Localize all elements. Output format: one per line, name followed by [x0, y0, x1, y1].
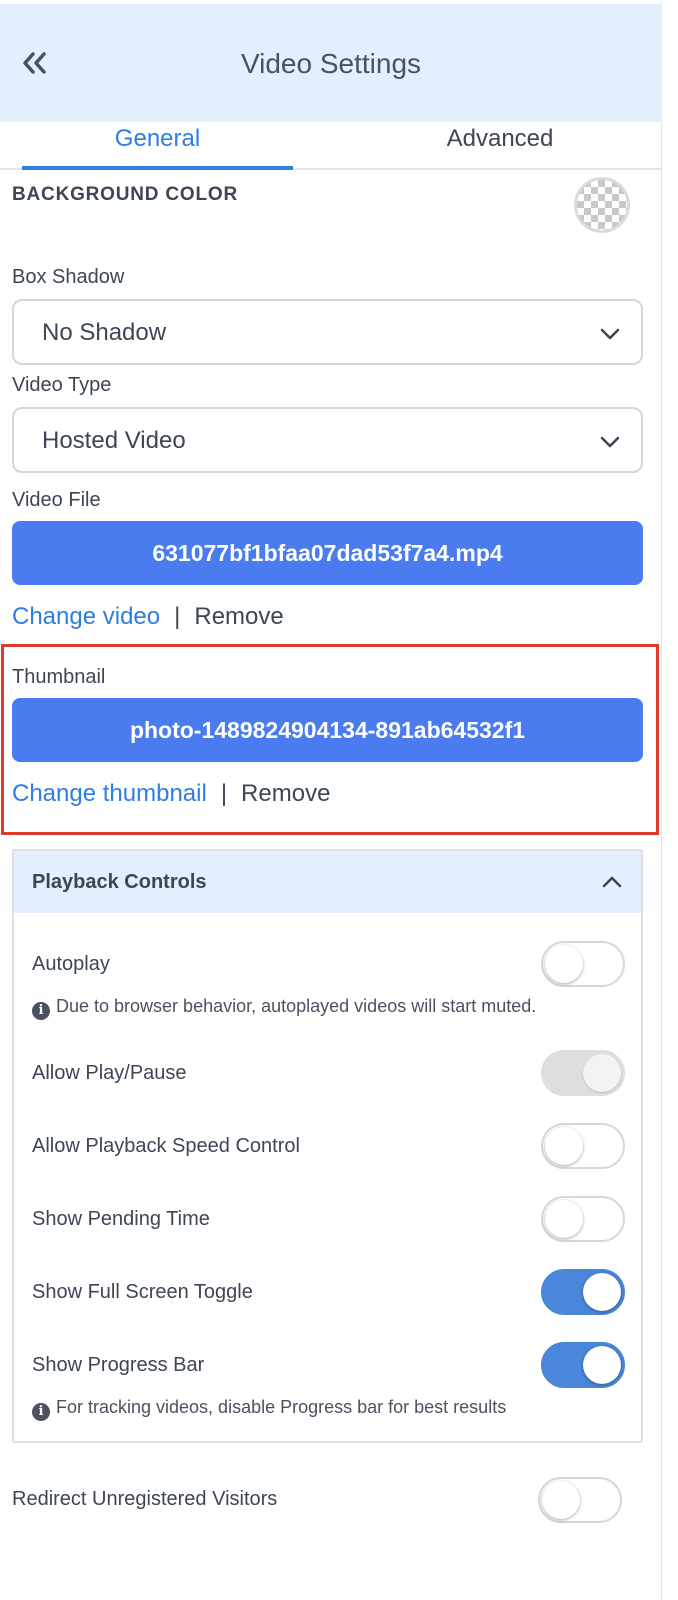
video-type-value: Hosted Video	[42, 427, 186, 454]
play-pause-label: Allow Play/Pause	[32, 1062, 187, 1084]
video-file-button[interactable]: 631077bf1bfaa07dad53f7a4.mp4	[12, 521, 643, 585]
autoplay-note-text: Due to browser behavior, autoplayed vide…	[56, 996, 537, 1016]
settings-tabs: General Advanced	[0, 122, 662, 170]
pending-time-label: Show Pending Time	[32, 1208, 210, 1230]
playback-controls-title: Playback Controls	[32, 871, 207, 893]
link-separator: |	[220, 780, 228, 807]
full-screen-toggle[interactable]	[541, 1269, 625, 1315]
thumbnail-actions: Change thumbnail | Remove	[12, 780, 330, 808]
remove-thumbnail-link[interactable]: Remove	[241, 780, 330, 807]
video-file-actions: Change video | Remove	[12, 603, 284, 631]
box-shadow-label: Box Shadow	[12, 266, 125, 288]
video-settings-panel: Video Settings General Advanced BACKGROU…	[0, 0, 662, 1600]
full-screen-label: Show Full Screen Toggle	[32, 1281, 253, 1303]
progress-bar-note-text: For tracking videos, disable Progress ba…	[56, 1397, 507, 1417]
background-color-swatch[interactable]	[574, 177, 630, 233]
info-icon: i	[32, 1002, 50, 1020]
thumbnail-label: Thumbnail	[12, 666, 106, 688]
toggle-knob	[583, 1273, 621, 1311]
progress-bar-label: Show Progress Bar	[32, 1354, 205, 1376]
play-pause-toggle[interactable]	[541, 1050, 625, 1096]
toggle-knob	[583, 1054, 621, 1092]
box-shadow-value: No Shadow	[42, 319, 167, 346]
thumbnail-file-button[interactable]: photo-1489824904134-891ab64532f1	[12, 698, 643, 762]
change-thumbnail-link[interactable]: Change thumbnail	[12, 780, 207, 807]
autoplay-toggle[interactable]	[541, 941, 625, 987]
playback-controls-section: Playback Controls Autoplay i Due to brows…	[12, 849, 643, 1443]
playback-controls-header[interactable]: Playback Controls	[14, 851, 641, 913]
video-type-select[interactable]: Hosted Video	[12, 407, 643, 473]
autoplay-label: Autoplay	[32, 953, 110, 975]
chevron-down-icon	[600, 436, 620, 448]
chevron-down-icon	[600, 328, 620, 340]
remove-video-link[interactable]: Remove	[194, 603, 283, 630]
tab-advanced[interactable]: Advanced	[340, 125, 660, 153]
toggle-knob	[583, 1346, 621, 1384]
panel-header: Video Settings	[0, 4, 662, 122]
background-color-heading: BACKGROUND COLOR	[12, 184, 239, 205]
toggle-knob	[545, 1127, 583, 1165]
link-separator: |	[174, 603, 181, 630]
toggle-knob	[542, 1481, 580, 1519]
redirect-unregistered-label: Redirect Unregistered Visitors	[12, 1488, 278, 1510]
redirect-unregistered-toggle[interactable]	[538, 1477, 622, 1523]
speed-control-toggle[interactable]	[541, 1123, 625, 1169]
speed-control-label: Allow Playback Speed Control	[32, 1135, 300, 1157]
toggle-knob	[545, 1200, 583, 1238]
chevron-up-icon	[602, 876, 622, 888]
tab-general[interactable]: General	[22, 125, 293, 153]
progress-bar-note: i For tracking videos, disable Progress b…	[32, 1397, 506, 1421]
change-video-link[interactable]: Change video	[12, 603, 160, 630]
page-title: Video Settings	[240, 48, 422, 79]
progress-bar-toggle[interactable]	[541, 1342, 625, 1388]
active-tab-indicator	[22, 166, 293, 170]
info-icon: i	[32, 1403, 50, 1421]
toggle-knob	[545, 945, 583, 983]
pending-time-toggle[interactable]	[541, 1196, 625, 1242]
autoplay-note: i Due to browser behavior, autoplayed vid…	[32, 996, 536, 1020]
video-file-label: Video File	[12, 489, 101, 511]
box-shadow-select[interactable]: No Shadow	[12, 299, 643, 365]
video-type-label: Video Type	[12, 374, 112, 396]
